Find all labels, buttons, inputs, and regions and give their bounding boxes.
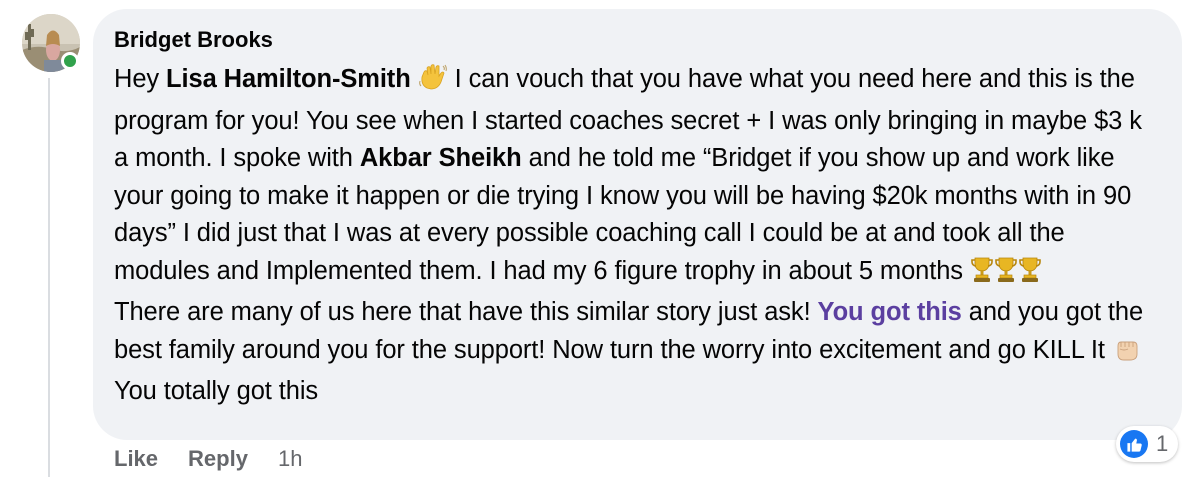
- reply-button[interactable]: Reply: [188, 446, 248, 472]
- raised-fist-icon: [1112, 334, 1142, 374]
- thread-line: [48, 78, 50, 477]
- reaction-count: 1: [1156, 431, 1169, 456]
- like-reaction-icon: [1120, 430, 1148, 458]
- like-button[interactable]: Like: [114, 446, 158, 472]
- trophy-icon: [970, 255, 994, 295]
- online-status-indicator: [61, 52, 79, 70]
- avatar[interactable]: [22, 14, 80, 72]
- reactions-summary[interactable]: 1: [1116, 426, 1179, 462]
- comment-timestamp[interactable]: 1h: [278, 446, 302, 472]
- comment-text: Hey: [114, 65, 167, 93]
- comment-paragraph: There are many of us here that have this…: [114, 294, 1158, 411]
- comment-body: Hey Lisa Hamilton-Smith I can vouch that…: [114, 61, 1158, 411]
- comment-text: There are many of us here that have this…: [114, 298, 818, 326]
- mention-link[interactable]: Lisa Hamilton-Smith: [166, 65, 411, 93]
- comment-actions: Like Reply 1h: [114, 446, 302, 472]
- trophy-icon: [1018, 255, 1042, 295]
- comment-paragraph: Hey Lisa Hamilton-Smith I can vouch that…: [114, 61, 1158, 294]
- waving-hand-icon: [418, 63, 448, 103]
- comment-author[interactable]: Bridget Brooks: [114, 26, 1158, 54]
- mention-link[interactable]: Akbar Sheikh: [360, 144, 522, 172]
- hashtag-link[interactable]: You got this: [818, 298, 962, 326]
- comment-text: [411, 65, 418, 93]
- comment-text: You totally got this: [114, 377, 319, 405]
- comment-bubble: Bridget Brooks Hey Lisa Hamilton-Smith I…: [93, 9, 1182, 440]
- trophy-icon: [994, 255, 1018, 295]
